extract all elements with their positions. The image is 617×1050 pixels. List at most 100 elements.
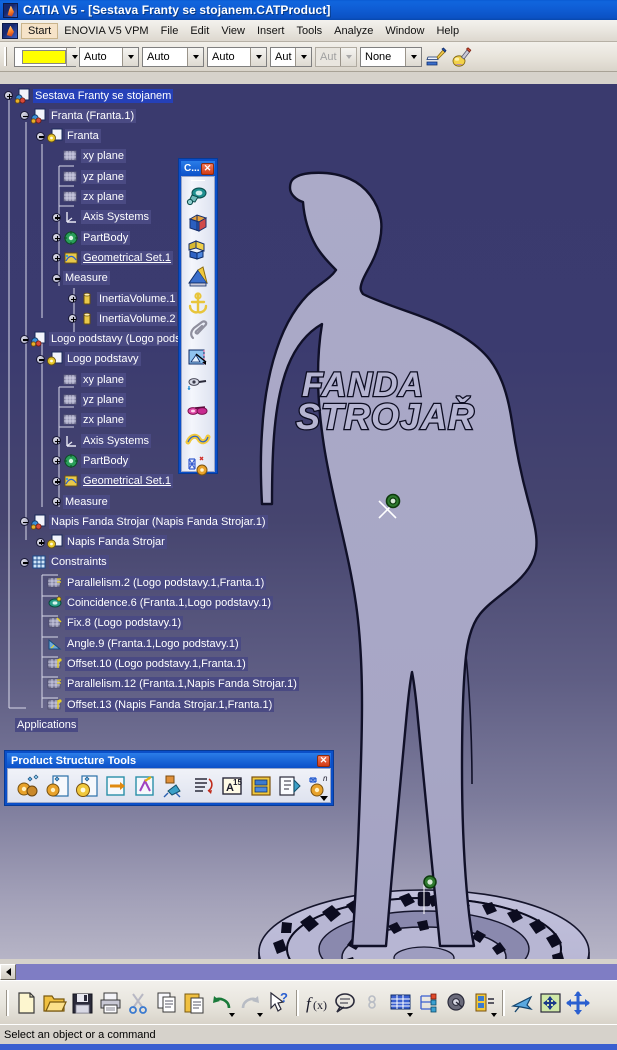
tree-node[interactable]: xy plane (52, 147, 126, 166)
expand-icon[interactable] (52, 436, 61, 446)
chevron-down-icon[interactable] (295, 47, 311, 66)
paste-icon[interactable] (181, 988, 208, 1018)
tree-node[interactable]: Franta (Franta.1) (20, 106, 137, 125)
tree-node-label[interactable]: xy plane (81, 372, 126, 387)
chevron-down-icon[interactable] (122, 47, 138, 66)
tree-node-label[interactable]: zx plane (81, 190, 126, 204)
tree-node[interactable]: zx plane (52, 188, 126, 207)
tree-node[interactable]: xy plane (52, 370, 126, 389)
scrollbar-track[interactable] (16, 964, 617, 980)
tree-node-label[interactable]: PartBody (81, 453, 131, 468)
expand-icon[interactable] (52, 456, 61, 466)
knowledge-icon[interactable] (415, 988, 442, 1018)
tree-node[interactable]: Measure (52, 269, 110, 288)
tree-node-label[interactable]: InertiaVolume.2 (97, 311, 178, 326)
comment-icon[interactable] (331, 988, 358, 1018)
formula-icon[interactable]: f (x) (303, 988, 330, 1018)
collapse-icon[interactable] (20, 111, 29, 121)
toolbar-grip[interactable] (4, 47, 7, 66)
expand-icon[interactable] (52, 233, 61, 243)
tree-node[interactable]: Constraints (20, 553, 109, 572)
floating-toolbar-titlebar[interactable]: C... ✕ (181, 161, 215, 176)
tree-node-label[interactable]: Franta (65, 129, 101, 144)
copy-icon[interactable] (153, 988, 180, 1018)
anchor-icon[interactable] (185, 291, 211, 317)
selective-load-icon[interactable]: A 15 (218, 771, 246, 801)
new-product-icon[interactable] (44, 771, 72, 801)
chevron-down-icon[interactable] (250, 47, 266, 66)
menu-item-help[interactable]: Help (430, 23, 465, 39)
expand-icon[interactable] (52, 476, 61, 486)
tree-node-label[interactable]: Franta (Franta.1) (49, 108, 137, 123)
tree-node[interactable]: Offset.13 (Napis Fanda Strojar.1,Franta.… (36, 695, 275, 714)
tree-node[interactable]: Angle.9 (Franta.1,Logo podstavy.1) (36, 634, 241, 653)
expand-icon[interactable] (52, 212, 61, 222)
tree-node[interactable]: Logo podstavy (36, 350, 141, 369)
redo-icon[interactable] (237, 988, 264, 1018)
tree-node[interactable]: yz plane (52, 167, 126, 186)
tree-node-label[interactable]: Axis Systems (81, 433, 152, 448)
explode-icon[interactable] (185, 210, 211, 236)
collapse-icon[interactable] (52, 273, 61, 283)
tree-node-label[interactable]: Coincidence.6 (Franta.1,Logo podstavy.1) (65, 596, 274, 610)
whats-this-help-icon[interactable]: ? (265, 988, 292, 1018)
clash-detection-icon[interactable] (185, 237, 211, 263)
tree-node-label[interactable]: Axis Systems (81, 210, 152, 225)
cut-scissors-icon[interactable] (125, 988, 152, 1018)
tree-node[interactable]: Fix.8 (Logo podstavy.1) (36, 614, 184, 633)
fly-mode-icon[interactable] (509, 988, 536, 1018)
undo-icon[interactable] (209, 988, 236, 1018)
chevron-down-icon[interactable] (491, 1012, 497, 1017)
tree-node-label[interactable]: InertiaVolume.1 (97, 291, 178, 306)
tree-node[interactable]: Geometrical Set.1 (52, 248, 174, 267)
tree-node-label[interactable]: Measure (63, 271, 110, 286)
analysis-icon[interactable] (185, 453, 211, 479)
tree-node[interactable]: PartBody (52, 228, 131, 247)
close-icon[interactable]: ✕ (317, 754, 330, 767)
painter-icon[interactable] (425, 46, 447, 68)
tree-node-label[interactable]: Parallelism.12 (Franta.1,Napis Fanda Str… (65, 677, 299, 692)
tree-node-label[interactable]: Offset.10 (Logo podstavy.1,Franta.1) (65, 656, 248, 671)
swept-volume-icon[interactable] (185, 426, 211, 452)
manipulation-icon[interactable] (185, 183, 211, 209)
menu-item-window[interactable]: Window (379, 23, 430, 39)
generate-numbering-icon[interactable] (189, 771, 217, 801)
tree-node[interactable]: InertiaVolume.1 (68, 289, 178, 308)
tree-node-label[interactable]: Napis Fanda Strojar (Napis Fanda Strojar… (49, 514, 268, 529)
toolbar-grip[interactable] (191, 180, 205, 181)
floating-toolbar[interactable]: C... ✕ (178, 158, 218, 476)
design-table-icon[interactable] (387, 988, 414, 1018)
sectioning-icon[interactable] (185, 264, 211, 290)
collapse-icon[interactable] (20, 557, 29, 567)
product-structure-tools-panel[interactable]: Product Structure Tools ✕ A 15 n (4, 750, 334, 806)
new-part-icon[interactable] (73, 771, 101, 801)
tree-node-label[interactable]: Sestava Franty se stojanem (33, 88, 174, 103)
tree-node-label[interactable]: Logo podstavy (65, 352, 141, 367)
tree-node[interactable]: Offset.10 (Logo podstavy.1,Franta.1) (36, 654, 248, 673)
tree-node-label[interactable]: Measure (63, 494, 110, 509)
menu-item-analyze[interactable]: Analyze (328, 23, 379, 39)
tree-node[interactable]: PartBody (52, 451, 131, 470)
constraint-icon[interactable] (359, 988, 386, 1018)
tree-node-label[interactable]: xy plane (81, 149, 126, 164)
tree-node-label[interactable]: Fix.8 (Logo podstavy.1) (65, 616, 184, 631)
menu-item-enovia[interactable]: ENOVIA V5 VPM (58, 23, 154, 39)
expand-icon[interactable] (4, 91, 13, 100)
apply-material-icon[interactable] (450, 46, 472, 68)
layer-combo[interactable]: Aut (270, 46, 312, 67)
tree-node-label[interactable]: Geometrical Set.1 (81, 250, 174, 265)
graph-tree-reorder-icon[interactable] (160, 771, 188, 801)
collapse-icon[interactable] (36, 131, 45, 141)
tree-node[interactable]: Axis Systems (52, 208, 152, 227)
existing-component-icon[interactable] (102, 771, 130, 801)
fill-color-combo[interactable] (14, 46, 82, 67)
tree-node-label[interactable]: yz plane (81, 393, 126, 407)
tree-node-label[interactable]: yz plane (81, 169, 126, 184)
tree-node[interactable]: Applications (4, 715, 79, 734)
track-shuttle-icon[interactable] (185, 399, 211, 425)
pan-icon[interactable] (565, 988, 592, 1018)
scroll-left-arrow-icon[interactable] (0, 964, 16, 980)
menu-item-edit[interactable]: Edit (184, 23, 215, 39)
tree-node[interactable]: yz plane (52, 391, 126, 410)
lock-icon[interactable] (443, 988, 470, 1018)
